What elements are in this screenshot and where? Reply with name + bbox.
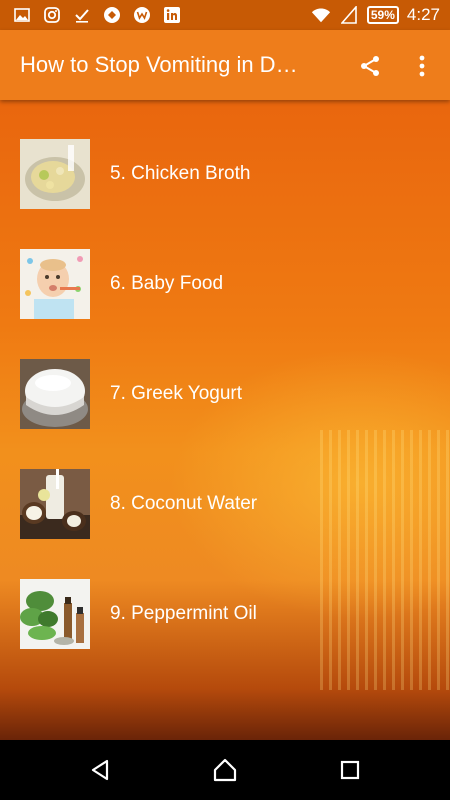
no-sim-icon	[339, 5, 359, 25]
app-bar: How to Stop Vomiting in D…	[0, 30, 450, 100]
linkedin-icon	[162, 5, 182, 25]
remedy-list: 5. Chicken Broth 6. Baby Food 7. Greek Y…	[0, 120, 450, 670]
list-item-label: 8. Coconut Water	[110, 493, 258, 514]
app-icon	[102, 5, 122, 25]
gallery-icon	[12, 5, 32, 25]
navigation-bar	[0, 740, 450, 800]
greek-yogurt-image	[20, 359, 90, 429]
coconut-water-image	[20, 469, 90, 539]
status-bar: 59% 4:27	[0, 0, 450, 30]
page-title: How to Stop Vomiting in D…	[20, 52, 298, 77]
share-icon[interactable]	[356, 52, 384, 80]
list-item-label: 6. Baby Food	[110, 273, 224, 294]
instagram-icon	[42, 5, 62, 25]
checkmark-icon	[72, 5, 92, 25]
more-options-icon[interactable]	[410, 52, 434, 80]
recents-icon[interactable]	[335, 755, 365, 785]
content-area: 5. Chicken Broth 6. Baby Food 7. Greek Y…	[0, 100, 450, 740]
clock: 4:27	[406, 5, 440, 24]
list-item-label: 7. Greek Yogurt	[110, 383, 243, 404]
list-item-label: 5. Chicken Broth	[110, 163, 251, 184]
list-item[interactable]: 9. Peppermint Oil	[0, 560, 450, 670]
battery-indicator: 59%	[366, 6, 399, 24]
home-icon[interactable]	[210, 755, 240, 785]
list-item[interactable]: 7. Greek Yogurt	[0, 340, 450, 450]
list-item[interactable]: 8. Coconut Water	[0, 450, 450, 560]
list-item[interactable]: 5. Chicken Broth	[0, 120, 450, 230]
back-icon[interactable]	[85, 755, 115, 785]
wifi-icon	[311, 5, 331, 25]
list-item[interactable]: 6. Baby Food	[0, 230, 450, 340]
peppermint-oil-image	[20, 579, 90, 649]
list-item-label: 9. Peppermint Oil	[110, 603, 257, 624]
circle-w-icon	[132, 5, 152, 25]
baby-food-image	[20, 249, 90, 319]
chicken-broth-image	[20, 139, 90, 209]
